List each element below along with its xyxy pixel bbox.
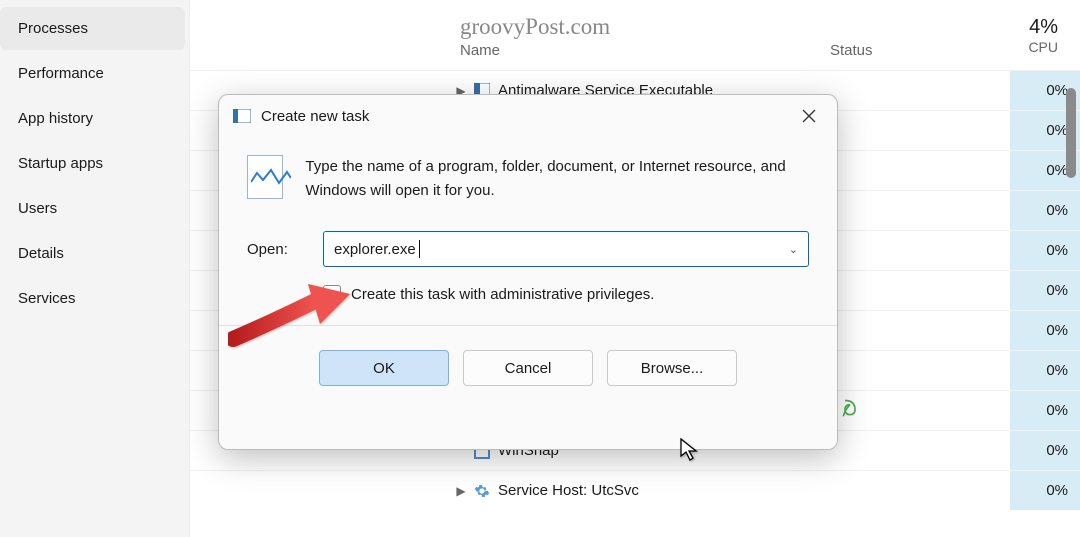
- chevron-right-icon[interactable]: ▶: [450, 484, 472, 498]
- gear-icon: [472, 483, 492, 499]
- process-row[interactable]: ▶ Service Host: UtcSvc 0%: [190, 470, 1080, 510]
- sidebar-item-processes[interactable]: Processes: [0, 7, 185, 50]
- browse-button[interactable]: Browse...: [607, 350, 737, 386]
- open-combobox[interactable]: explorer.exe ⌄: [323, 231, 809, 267]
- process-cpu: 0%: [1010, 391, 1080, 430]
- close-icon: [802, 109, 816, 123]
- sidebar-item-label: Details: [18, 245, 64, 262]
- sidebar-item-label: Startup apps: [18, 155, 103, 172]
- sidebar-item-label: App history: [18, 110, 93, 127]
- chevron-down-icon[interactable]: ⌄: [789, 243, 798, 256]
- ok-button[interactable]: OK: [319, 350, 449, 386]
- cpu-column-label: CPU: [1000, 39, 1058, 55]
- open-label: Open:: [247, 241, 303, 258]
- sidebar-item-app-history[interactable]: App history: [0, 97, 185, 140]
- text-cursor: [419, 240, 420, 258]
- leaf-icon: [840, 398, 860, 423]
- cancel-button[interactable]: Cancel: [463, 350, 593, 386]
- process-cpu: 0%: [1010, 311, 1080, 350]
- sidebar-item-details[interactable]: Details: [0, 232, 185, 275]
- admin-checkbox[interactable]: [323, 285, 341, 303]
- sidebar-item-services[interactable]: Services: [0, 277, 185, 320]
- watermark-text: groovyPost.com: [460, 14, 610, 40]
- sidebar-item-startup-apps[interactable]: Startup apps: [0, 142, 185, 185]
- process-name: Service Host: UtcSvc: [498, 482, 840, 499]
- dialog-description: Type the name of a program, folder, docu…: [305, 155, 809, 203]
- scrollbar-thumb[interactable]: [1066, 88, 1076, 178]
- admin-checkbox-label: Create this task with administrative pri…: [351, 286, 654, 303]
- open-input-value: explorer.exe: [334, 241, 789, 258]
- process-cpu: 0%: [1010, 191, 1080, 230]
- run-dialog-icon: [233, 109, 251, 123]
- column-header-status[interactable]: Status: [830, 12, 1000, 59]
- task-manager-icon: [247, 155, 283, 199]
- process-cpu: 0%: [1010, 271, 1080, 310]
- cpu-total-percent: 4%: [1000, 16, 1058, 39]
- sidebar-item-label: Services: [18, 290, 76, 307]
- sidebar-item-performance[interactable]: Performance: [0, 52, 185, 95]
- close-button[interactable]: [795, 102, 823, 130]
- process-cpu: 0%: [1010, 351, 1080, 390]
- process-cpu: 0%: [1010, 431, 1080, 470]
- sidebar-item-label: Processes: [18, 20, 88, 37]
- create-new-task-dialog: Create new task Type the name of a progr…: [218, 94, 838, 450]
- process-status: [840, 398, 1010, 423]
- sidebar-item-users[interactable]: Users: [0, 187, 185, 230]
- sidebar: Processes Performance App history Startu…: [0, 0, 190, 537]
- sidebar-item-label: Users: [18, 200, 57, 217]
- sidebar-item-label: Performance: [18, 65, 104, 82]
- dialog-title: Create new task: [261, 108, 795, 125]
- process-cpu: 0%: [1010, 231, 1080, 270]
- process-cpu: 0%: [1010, 471, 1080, 510]
- columns-header: Name Status 4% CPU: [190, 0, 1080, 70]
- column-header-cpu[interactable]: 4% CPU: [1000, 16, 1070, 55]
- dialog-titlebar[interactable]: Create new task: [219, 95, 837, 137]
